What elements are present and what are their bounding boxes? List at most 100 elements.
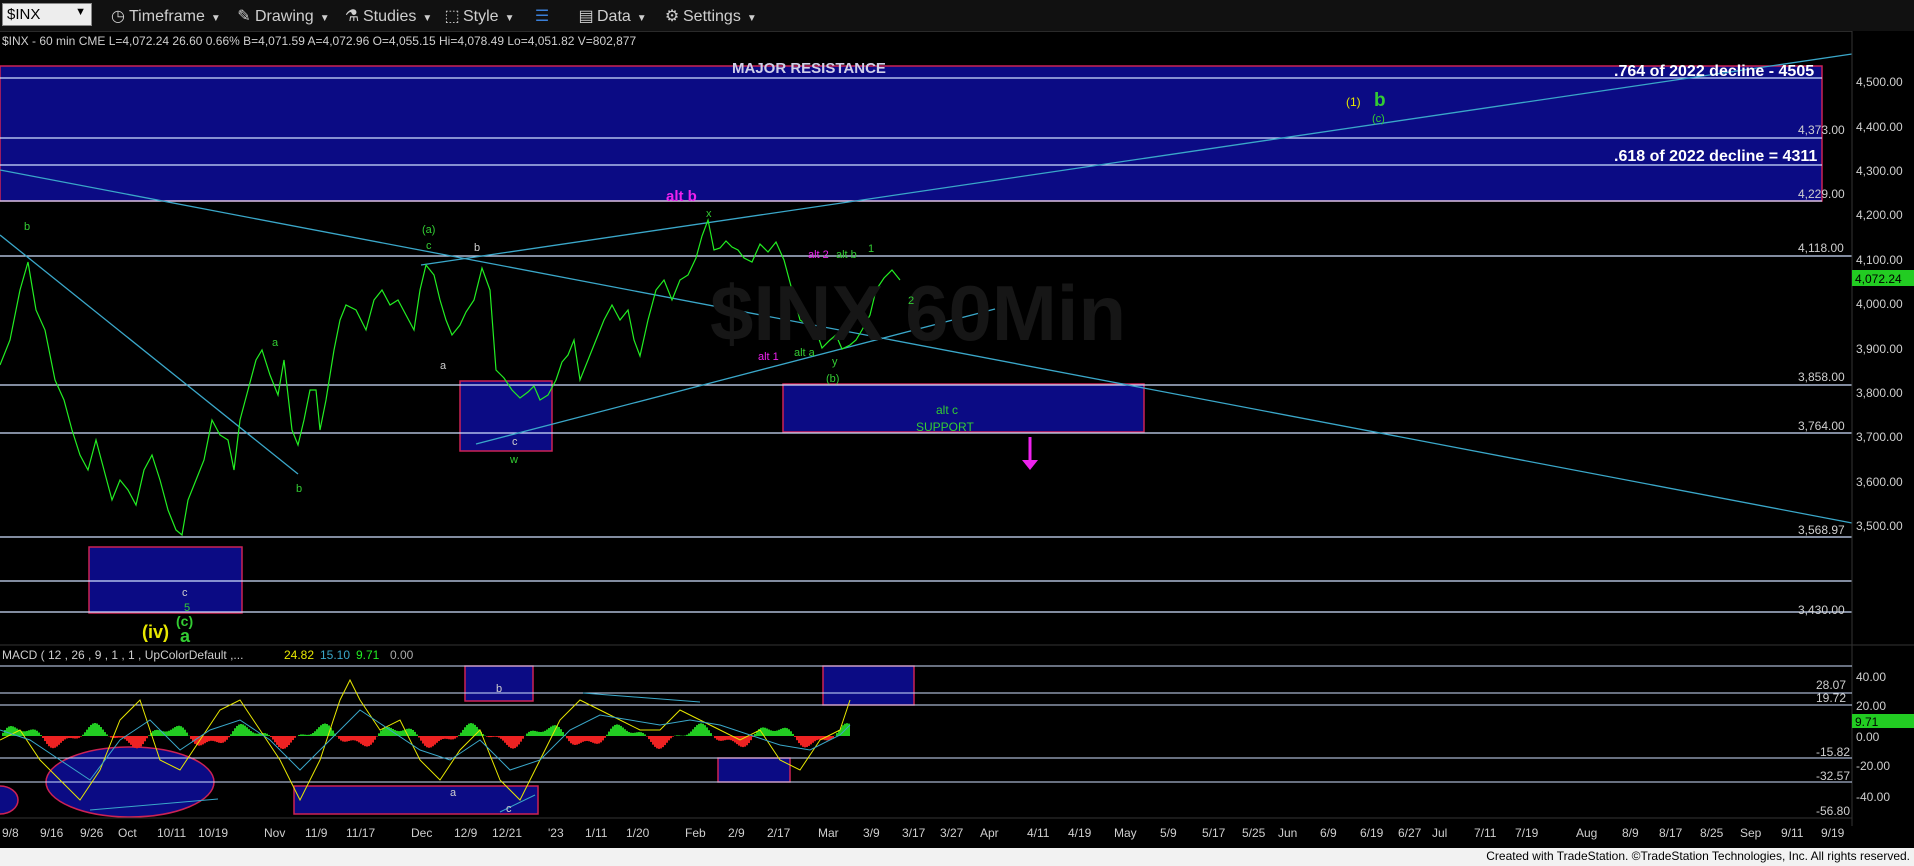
macd-histogram-bar <box>180 726 182 736</box>
macd-histogram-bar <box>628 732 630 736</box>
macd-tick-label: 20.00 <box>1856 699 1886 713</box>
price-tick-label: 3,500.00 <box>1856 519 1903 533</box>
macd-histogram-bar <box>368 736 370 747</box>
settings-label: Settings <box>683 8 741 25</box>
macd-histogram-bar <box>454 736 456 739</box>
macd-a-zone <box>293 785 539 815</box>
macd-histogram-bar <box>284 736 286 749</box>
macd-histogram-bar <box>614 724 616 736</box>
macd-histogram-bar <box>602 736 604 741</box>
macd-histogram-bar <box>576 736 578 745</box>
macd-histogram-bar <box>818 736 820 740</box>
chart-area[interactable]: $INX - 60 min CME L=4,072.24 26.60 0.66%… <box>0 31 1914 848</box>
macd-histogram-bar <box>380 730 382 736</box>
level-tick-label: 3,430.00 <box>1798 603 1845 617</box>
macd-histogram-bar <box>654 736 656 747</box>
macd-value-1: 24.82 <box>284 648 314 662</box>
macd-histogram-bar <box>544 730 546 736</box>
macd-histogram-bar <box>692 729 694 736</box>
wave-iv-label: (iv) <box>142 622 169 642</box>
macd-histogram-bar <box>114 736 116 739</box>
macd-histogram-bar <box>664 736 666 746</box>
time-tick-label: 6/27 <box>1398 826 1422 840</box>
macd-ellipse-left <box>0 785 19 815</box>
macd-histogram-bar <box>400 730 402 736</box>
macd-histogram-bar <box>470 723 472 736</box>
studies-menu[interactable]: ⚗ Studies ▼ <box>344 6 432 26</box>
macd-histogram-bar <box>290 736 292 743</box>
macd-histogram-bar <box>412 730 414 736</box>
footer: Created with TradeStation. ©TradeStation… <box>0 848 1914 866</box>
macd-low-zone <box>717 757 791 783</box>
macd-histogram-bar <box>82 734 84 736</box>
time-tick-label: Feb <box>685 826 706 840</box>
macd-histogram-bar <box>600 736 602 743</box>
layout-button[interactable]: ☰ <box>534 6 553 26</box>
watermark: $INX 60Min <box>710 269 1126 357</box>
macd-histogram-bar <box>40 735 42 736</box>
settings-menu[interactable]: ⚙ Settings ▼ <box>664 6 757 26</box>
macd-c-label: c <box>506 803 512 815</box>
macd-histogram-bar <box>678 735 680 736</box>
macd-histogram-bar <box>638 732 640 736</box>
time-tick-label: 5/17 <box>1202 826 1226 840</box>
macd-histogram-bar <box>326 724 328 736</box>
macd-histogram-bar <box>754 733 756 736</box>
macd-histogram-bar <box>796 736 798 741</box>
macd-histogram-bar <box>496 736 498 737</box>
alt-b-small-label: alt b <box>836 249 857 261</box>
time-tick-label: 6/19 <box>1360 826 1384 840</box>
macd-histogram-bar <box>594 736 596 744</box>
macd-histogram-bar <box>382 728 384 736</box>
macd-histogram-bar <box>116 736 118 738</box>
macd-histogram-bar <box>550 726 552 736</box>
macd-histogram-bar <box>536 731 538 736</box>
macd-histogram-bar <box>462 729 464 736</box>
macd-histogram-bar <box>596 736 598 744</box>
macd-histogram-bar <box>500 736 502 739</box>
wave-y-label: y <box>832 356 838 368</box>
macd-level-label: 28.07 <box>1816 678 1846 692</box>
macd-histogram-bar <box>716 736 718 740</box>
macd-histogram-bar <box>630 732 632 736</box>
macd-histogram-bar <box>338 736 340 739</box>
macd-histogram-bar <box>662 736 664 748</box>
macd-histogram-bar <box>450 736 452 740</box>
macd-histogram-bar <box>106 734 108 736</box>
macd-histogram-bar <box>658 736 660 749</box>
chevron-down-icon: ▼ <box>636 13 647 24</box>
macd-histogram-bar <box>190 736 192 739</box>
macd-histogram-bar <box>540 731 542 736</box>
macd-histogram-bar <box>508 736 510 747</box>
macd-histogram-bar <box>780 728 782 736</box>
timeframe-menu[interactable]: ◷ Timeframe ▼ <box>110 6 221 26</box>
time-tick-label: 9/11 <box>1781 826 1804 840</box>
macd-histogram-bar <box>346 736 348 742</box>
time-axis: 9/8 9/16 9/26 Oct 10/11 10/19 Nov 11/9 11/17 Dec 1… <box>2 826 1845 840</box>
macd-histogram-bar <box>528 731 530 736</box>
data-menu[interactable]: ▤ Data ▼ <box>578 6 647 26</box>
price-tick-label: 4,300.00 <box>1856 164 1903 178</box>
macd-histogram-bar <box>186 732 188 736</box>
macd-histogram-bar <box>354 736 356 741</box>
macd-histogram-bar <box>582 736 584 742</box>
macd-histogram-bar <box>432 736 434 747</box>
time-tick-label: 11/9 <box>305 826 328 840</box>
macd-histogram-bar <box>660 736 662 749</box>
time-tick-label: 12/9 <box>454 826 478 840</box>
symbol-input[interactable]: $INX ▼ <box>2 3 92 26</box>
macd-histogram-bar <box>216 736 218 743</box>
macd-histogram-bar <box>322 723 324 736</box>
macd-histogram-bar <box>372 736 374 743</box>
macd-histogram-bar <box>804 736 806 748</box>
style-menu[interactable]: ⬚ Style ▼ <box>444 6 514 26</box>
macd-histogram-bar <box>420 736 422 741</box>
drawing-menu[interactable]: ✎ Drawing ▼ <box>236 6 329 26</box>
macd-histogram-bar <box>434 736 436 745</box>
macd-histogram-bar <box>464 727 466 736</box>
wave-b-paren-label: (b) <box>826 373 839 385</box>
wave-x-label: x <box>706 208 712 220</box>
macd-histogram-bar <box>414 731 416 736</box>
macd-histogram-bar <box>788 729 790 736</box>
macd-level-label: -56.80 <box>1816 804 1850 818</box>
